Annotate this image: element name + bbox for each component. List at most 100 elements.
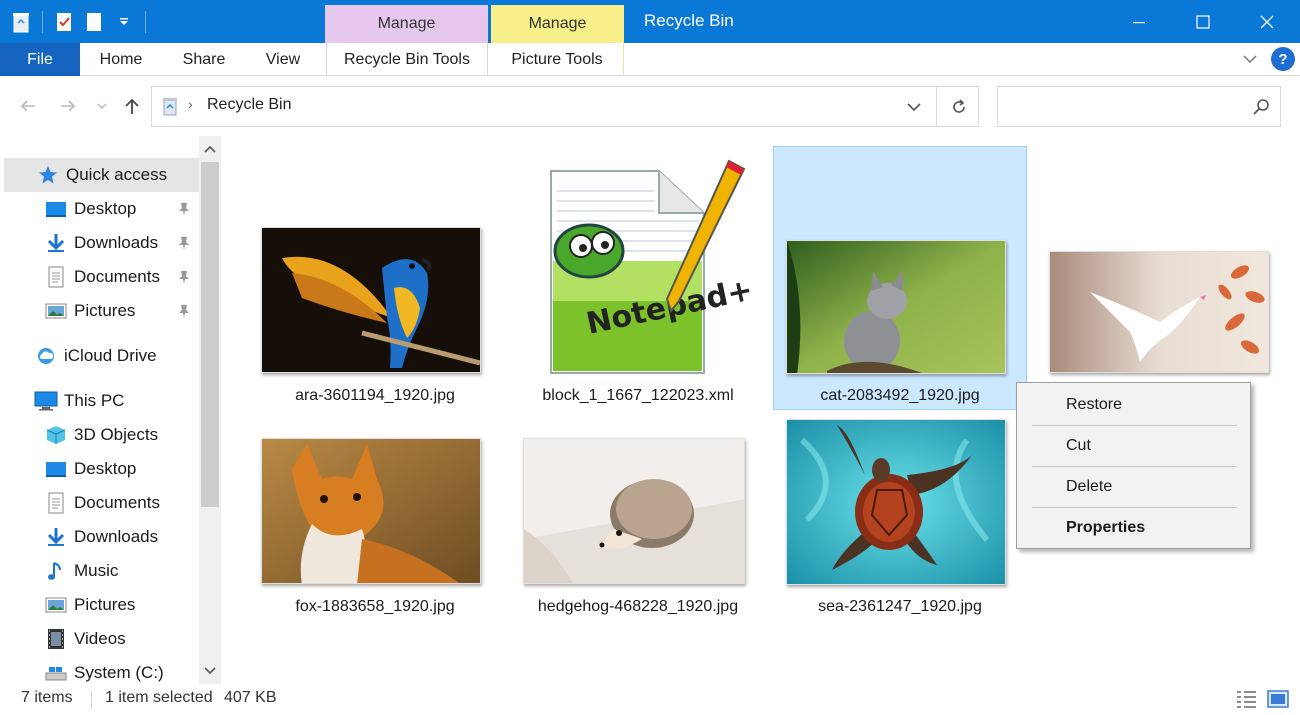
address-divider bbox=[936, 87, 937, 126]
recycle-bin-icon bbox=[163, 98, 177, 116]
sidebar-item-label: Documents bbox=[74, 493, 160, 512]
maximize-button[interactable] bbox=[1176, 0, 1230, 43]
chevron-up-icon bbox=[204, 145, 216, 153]
sidebar-item-label: Quick access bbox=[66, 165, 168, 184]
close-button[interactable] bbox=[1240, 0, 1294, 43]
pin-icon[interactable] bbox=[176, 201, 192, 217]
selection-size: 407 KB bbox=[224, 689, 277, 706]
customize-toolbar-icon[interactable] bbox=[111, 9, 137, 35]
search-icon[interactable] bbox=[1252, 97, 1272, 117]
computer-icon bbox=[34, 389, 58, 413]
download-icon bbox=[44, 231, 68, 255]
pictures-icon bbox=[44, 593, 68, 617]
file-name: hedgehog-468228_1920.jpg bbox=[537, 598, 739, 615]
file-thumbnail bbox=[261, 438, 481, 584]
chevron-down-icon[interactable] bbox=[904, 97, 924, 117]
back-button[interactable] bbox=[16, 94, 40, 118]
icloud-icon bbox=[34, 344, 58, 368]
forward-button[interactable] bbox=[56, 94, 80, 118]
pin-icon[interactable] bbox=[176, 235, 192, 251]
sidebar-item-quick-access[interactable]: Quick access bbox=[4, 158, 200, 192]
close-icon bbox=[1260, 15, 1274, 28]
large-icons-view-icon[interactable] bbox=[1266, 687, 1290, 711]
sidebar-item-3d-objects[interactable]: 3D Objects bbox=[44, 418, 158, 452]
menu-separator bbox=[1032, 466, 1237, 467]
desktop-icon bbox=[44, 457, 68, 481]
music-icon bbox=[44, 559, 68, 583]
sidebar-item-documents[interactable]: Documents bbox=[44, 260, 200, 294]
sidebar-item-this-pc[interactable]: This PC bbox=[34, 384, 124, 418]
file-thumbnail bbox=[786, 240, 1006, 374]
breadcrumb-separator: › bbox=[188, 96, 193, 112]
sidebar-item-desktop[interactable]: Desktop bbox=[44, 452, 136, 486]
scroll-up-button[interactable] bbox=[199, 138, 221, 160]
pin-icon[interactable] bbox=[176, 269, 192, 285]
tab-home[interactable]: Home bbox=[86, 43, 156, 76]
sidebar-item-pictures[interactable]: Pictures bbox=[44, 294, 200, 328]
toolbar-divider bbox=[42, 11, 43, 33]
menu-item-properties[interactable]: Properties bbox=[1019, 513, 1248, 543]
tab-share[interactable]: Share bbox=[170, 43, 238, 76]
up-button[interactable] bbox=[120, 94, 144, 118]
file-name: block_1_1667_122023.xml bbox=[542, 387, 734, 404]
help-button[interactable]: ? bbox=[1271, 47, 1295, 71]
minimize-button[interactable] bbox=[1112, 0, 1166, 43]
sidebar-item-label: Music bbox=[74, 561, 119, 580]
window-title: Recycle Bin bbox=[644, 11, 734, 30]
drive-icon bbox=[44, 661, 68, 684]
sidebar-item-label: Pictures bbox=[74, 595, 136, 614]
search-box[interactable] bbox=[997, 86, 1281, 127]
pin-icon[interactable] bbox=[176, 303, 192, 319]
sidebar-item-pictures[interactable]: Pictures bbox=[44, 588, 135, 622]
quick-access-toolbar bbox=[8, 6, 150, 38]
sidebar-item-documents[interactable]: Documents bbox=[44, 486, 160, 520]
chevron-down-icon bbox=[97, 103, 107, 109]
status-bar: 7 items 1 item selected 407 KB bbox=[0, 684, 1300, 715]
tab-recycle-bin-tools[interactable]: Recycle Bin Tools bbox=[326, 43, 488, 76]
recycle-bin-icon[interactable] bbox=[8, 9, 34, 35]
new-folder-icon[interactable] bbox=[81, 9, 107, 35]
arrow-left-icon bbox=[20, 100, 35, 112]
search-input[interactable] bbox=[1004, 95, 1244, 119]
sidebar-item-label: Videos bbox=[74, 629, 126, 648]
recent-locations-button[interactable] bbox=[90, 94, 114, 118]
ribbon-tabs: File Home Share View Recycle Bin Tools P… bbox=[0, 43, 1300, 76]
documents-icon bbox=[44, 265, 68, 289]
sidebar-item-label: Desktop bbox=[74, 459, 137, 478]
sidebar-item-desktop[interactable]: Desktop bbox=[44, 192, 200, 226]
sidebar-item-downloads[interactable]: Downloads bbox=[44, 226, 200, 260]
scrollbar-thumb[interactable] bbox=[201, 162, 219, 507]
menu-separator bbox=[1032, 507, 1237, 508]
sidebar-scrollbar[interactable] bbox=[199, 136, 221, 684]
sidebar-item-downloads[interactable]: Downloads bbox=[44, 520, 158, 554]
sidebar-item-label: 3D Objects bbox=[74, 425, 159, 444]
details-view-icon[interactable] bbox=[1234, 687, 1258, 711]
sidebar-item-music[interactable]: Music bbox=[44, 554, 118, 588]
menu-item-delete[interactable]: Delete bbox=[1019, 472, 1248, 502]
star-icon bbox=[36, 163, 60, 187]
sidebar-item-label: Desktop bbox=[74, 199, 137, 218]
tab-view[interactable]: View bbox=[252, 43, 314, 76]
tab-file[interactable]: File bbox=[0, 43, 80, 76]
tab-picture-tools[interactable]: Picture Tools bbox=[491, 43, 624, 76]
refresh-icon bbox=[953, 99, 965, 113]
sidebar-item-videos[interactable]: Videos bbox=[44, 622, 126, 656]
manage-picture-group: Manage bbox=[491, 5, 624, 43]
breadcrumb-location[interactable]: Recycle Bin bbox=[207, 96, 291, 114]
sidebar-item-label: iCloud Drive bbox=[64, 346, 157, 365]
file-name: fox-1883658_1920.jpg bbox=[295, 598, 455, 615]
scroll-down-button[interactable] bbox=[199, 660, 221, 682]
address-bar[interactable]: › Recycle Bin bbox=[151, 86, 979, 127]
menu-item-cut[interactable]: Cut bbox=[1019, 431, 1248, 461]
sidebar-item-system-drive[interactable]: System (C:) bbox=[44, 656, 164, 684]
menu-item-restore[interactable]: Restore bbox=[1019, 390, 1248, 420]
expand-ribbon-icon[interactable] bbox=[1240, 51, 1260, 67]
pictures-icon bbox=[44, 299, 68, 323]
sidebar-item-icloud-drive[interactable]: iCloud Drive bbox=[34, 339, 157, 373]
refresh-button[interactable] bbox=[948, 96, 970, 118]
sidebar-item-label: Pictures bbox=[74, 301, 136, 320]
properties-icon[interactable] bbox=[51, 9, 77, 35]
notepad-plus-plus-icon: Notepad++ bbox=[529, 151, 780, 376]
file-thumbnail bbox=[786, 419, 1006, 585]
videos-icon bbox=[44, 627, 68, 651]
